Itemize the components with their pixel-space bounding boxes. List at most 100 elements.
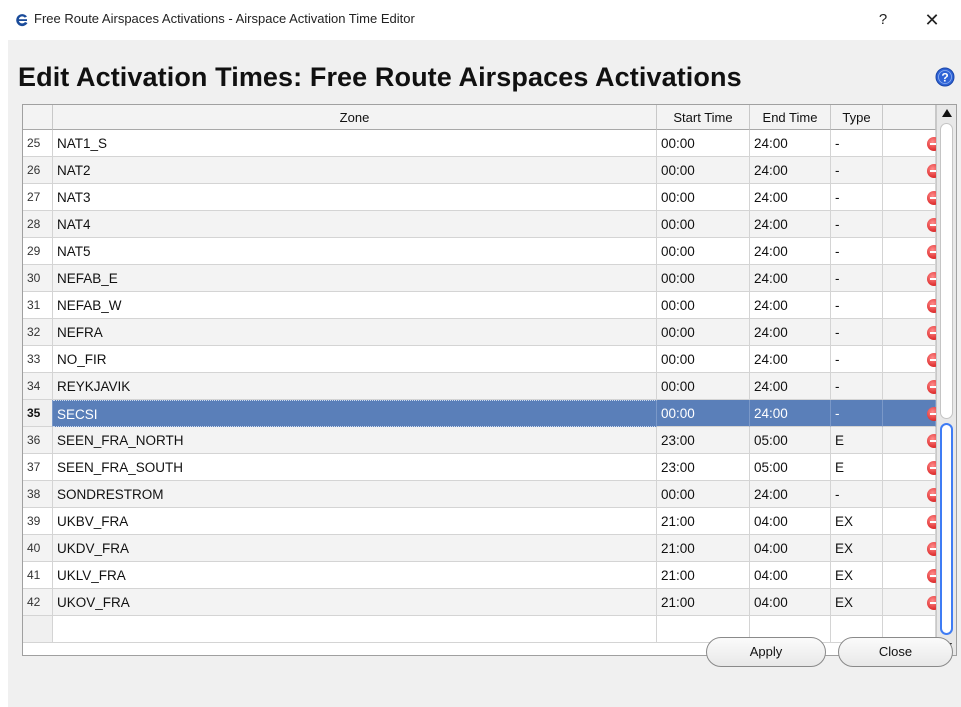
start-time-cell[interactable]: 00:00: [657, 130, 750, 157]
apply-button[interactable]: Apply: [706, 637, 826, 667]
zone-cell[interactable]: SONDRESTROM: [53, 481, 657, 508]
end-time-cell[interactable]: 04:00: [750, 589, 831, 616]
type-cell[interactable]: -: [831, 346, 883, 373]
start-time-cell[interactable]: 21:00: [657, 535, 750, 562]
table-row[interactable]: 32 NEFRA 00:00 24:00-: [23, 319, 936, 346]
zone-cell[interactable]: UKLV_FRA: [53, 562, 657, 589]
zone-cell[interactable]: SEEN_FRA_NORTH: [53, 427, 657, 454]
end-time-cell[interactable]: 04:00: [750, 562, 831, 589]
help-button[interactable]: ?: [871, 8, 895, 32]
table-row[interactable]: 37 SEEN_FRA_SOUTH 23:00 05:00 E: [23, 454, 936, 481]
zone-cell[interactable]: SECSI: [53, 400, 657, 427]
end-time-cell[interactable]: 24:00: [750, 400, 831, 427]
zone-cell[interactable]: NAT2: [53, 157, 657, 184]
end-time-cell[interactable]: 24:00: [750, 238, 831, 265]
type-cell[interactable]: EX: [831, 535, 883, 562]
end-time-cell[interactable]: 05:00: [750, 454, 831, 481]
type-cell[interactable]: EX: [831, 562, 883, 589]
end-time-cell[interactable]: 24:00: [750, 130, 831, 157]
start-time-cell[interactable]: 00:00: [657, 184, 750, 211]
type-cell[interactable]: EX: [831, 589, 883, 616]
end-time-cell[interactable]: 24:00: [750, 481, 831, 508]
table-row[interactable]: 41 UKLV_FRA 21:00 04:00 EX: [23, 562, 936, 589]
zone-cell[interactable]: UKDV_FRA: [53, 535, 657, 562]
table-row[interactable]: 25 NAT1_S 00:00 24:00-: [23, 130, 936, 157]
column-header-type[interactable]: Type: [831, 105, 883, 130]
table-row[interactable]: 27 NAT3 00:00 24:00-: [23, 184, 936, 211]
table-row[interactable]: 34 REYKJAVIK 00:00 24:00-: [23, 373, 936, 400]
type-cell[interactable]: -: [831, 265, 883, 292]
end-time-cell[interactable]: 04:00: [750, 535, 831, 562]
start-time-cell[interactable]: 21:00: [657, 508, 750, 535]
scroll-up-arrow-icon[interactable]: [937, 105, 957, 123]
table-row[interactable]: 35 SECSI 00:00 24:00-: [23, 400, 936, 427]
table-row[interactable]: 30 NEFAB_E 00:00 24:00-: [23, 265, 936, 292]
start-time-cell[interactable]: 00:00: [657, 292, 750, 319]
type-cell[interactable]: -: [831, 238, 883, 265]
type-cell[interactable]: -: [831, 481, 883, 508]
column-header-end-time[interactable]: End Time: [750, 105, 831, 130]
start-time-cell[interactable]: 00:00: [657, 238, 750, 265]
type-cell[interactable]: -: [831, 157, 883, 184]
type-cell[interactable]: -: [831, 130, 883, 157]
type-cell[interactable]: -: [831, 292, 883, 319]
end-time-cell[interactable]: 24:00: [750, 265, 831, 292]
start-time-cell[interactable]: 00:00: [657, 265, 750, 292]
type-cell[interactable]: -: [831, 319, 883, 346]
zone-cell[interactable]: NEFAB_W: [53, 292, 657, 319]
type-cell[interactable]: EX: [831, 508, 883, 535]
table-row[interactable]: 42 UKOV_FRA 21:00 04:00 EX: [23, 589, 936, 616]
zone-cell[interactable]: NO_FIR: [53, 346, 657, 373]
zone-cell[interactable]: NEFRA: [53, 319, 657, 346]
zone-cell[interactable]: NAT3: [53, 184, 657, 211]
scrollbar-thumb[interactable]: [940, 423, 953, 635]
column-header-zone[interactable]: ▲ Zone: [53, 105, 657, 130]
end-time-cell[interactable]: 05:00: [750, 427, 831, 454]
start-time-cell[interactable]: 23:00: [657, 427, 750, 454]
end-time-cell[interactable]: 24:00: [750, 319, 831, 346]
column-header-start-time[interactable]: Start Time: [657, 105, 750, 130]
end-time-cell[interactable]: 24:00: [750, 346, 831, 373]
end-time-cell[interactable]: 24:00: [750, 211, 831, 238]
end-time-cell[interactable]: 24:00: [750, 184, 831, 211]
zone-cell[interactable]: NAT1_S: [53, 130, 657, 157]
zone-cell[interactable]: REYKJAVIK: [53, 373, 657, 400]
close-button[interactable]: Close: [838, 637, 953, 667]
vertical-scrollbar[interactable]: [936, 105, 956, 655]
start-time-cell[interactable]: 23:00: [657, 454, 750, 481]
zone-cell[interactable]: UKOV_FRA: [53, 589, 657, 616]
scrollbar-track[interactable]: [940, 123, 953, 419]
table-row[interactable]: 29 NAT5 00:00 24:00-: [23, 238, 936, 265]
help-circle-icon[interactable]: ?: [935, 67, 955, 87]
start-time-cell[interactable]: 00:00: [657, 157, 750, 184]
table-row[interactable]: 40 UKDV_FRA 21:00 04:00 EX: [23, 535, 936, 562]
type-cell[interactable]: -: [831, 211, 883, 238]
start-time-cell[interactable]: 00:00: [657, 481, 750, 508]
zone-cell[interactable]: UKBV_FRA: [53, 508, 657, 535]
type-cell[interactable]: -: [831, 373, 883, 400]
end-time-cell[interactable]: 24:00: [750, 373, 831, 400]
zone-cell[interactable]: SEEN_FRA_SOUTH: [53, 454, 657, 481]
end-time-cell[interactable]: 24:00: [750, 292, 831, 319]
start-time-cell[interactable]: 00:00: [657, 319, 750, 346]
zone-cell[interactable]: NAT4: [53, 211, 657, 238]
start-time-cell[interactable]: 00:00: [657, 211, 750, 238]
zone-cell[interactable]: NAT5: [53, 238, 657, 265]
table-row[interactable]: 38 SONDRESTROM 00:00 24:00-: [23, 481, 936, 508]
table-row[interactable]: 26 NAT2 00:00 24:00-: [23, 157, 936, 184]
table-row[interactable]: 31 NEFAB_W 00:00 24:00-: [23, 292, 936, 319]
start-time-cell[interactable]: 21:00: [657, 562, 750, 589]
zone-cell[interactable]: NEFAB_E: [53, 265, 657, 292]
start-time-cell[interactable]: 00:00: [657, 400, 750, 427]
table-row[interactable]: 36 SEEN_FRA_NORTH 23:00 05:00 E: [23, 427, 936, 454]
end-time-cell[interactable]: 04:00: [750, 508, 831, 535]
start-time-cell[interactable]: 21:00: [657, 589, 750, 616]
zone-cell[interactable]: [53, 616, 657, 643]
start-time-cell[interactable]: 00:00: [657, 346, 750, 373]
type-cell[interactable]: E: [831, 427, 883, 454]
end-time-cell[interactable]: 24:00: [750, 157, 831, 184]
table-row[interactable]: 28 NAT4 00:00 24:00-: [23, 211, 936, 238]
start-time-cell[interactable]: 00:00: [657, 373, 750, 400]
table-row[interactable]: 33 NO_FIR 00:00 24:00-: [23, 346, 936, 373]
type-cell[interactable]: -: [831, 400, 883, 427]
